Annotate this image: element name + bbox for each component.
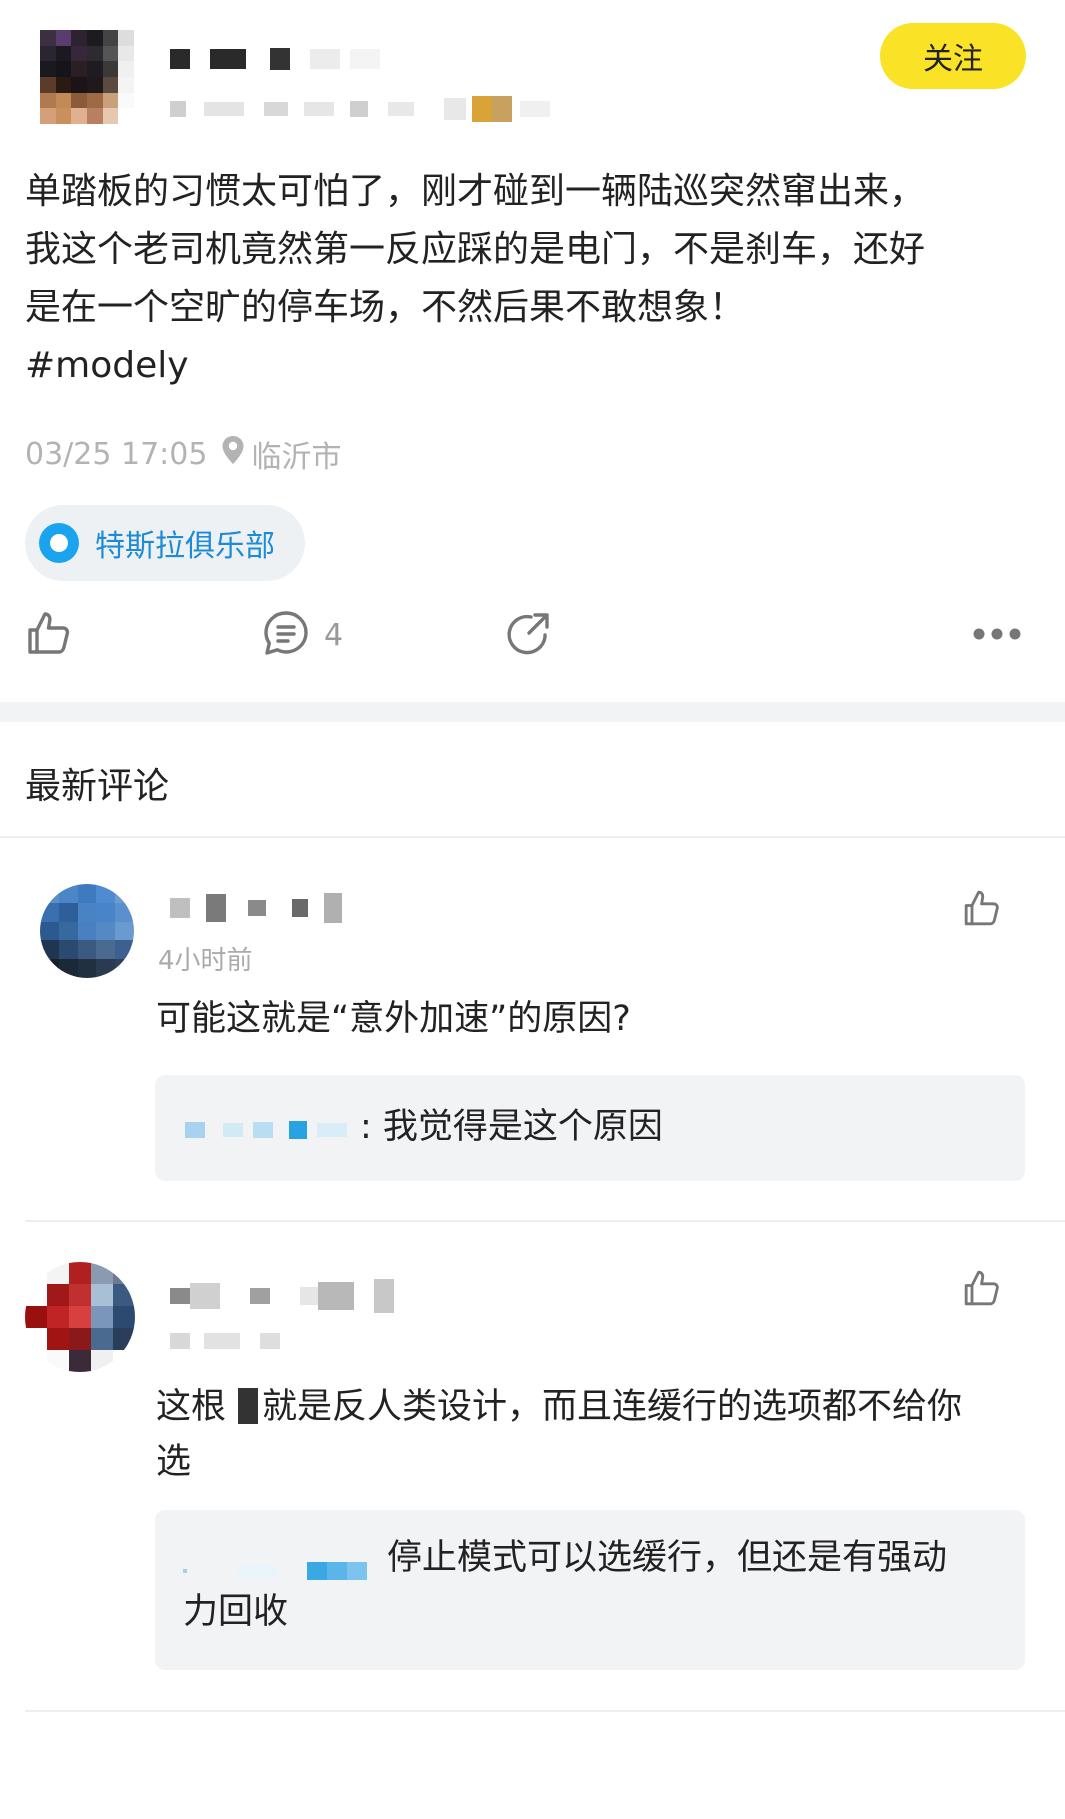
commenter-avatar[interactable]	[40, 884, 134, 978]
post-meta: 03/25 17:05 临沂市	[25, 432, 341, 476]
location-pin-icon	[221, 435, 245, 473]
commenter-name-redacted[interactable]	[170, 890, 342, 926]
comments-section-title: 最新评论	[25, 766, 170, 807]
post-location[interactable]: 临沂市	[251, 432, 341, 476]
comment-text-part: 这根	[156, 1387, 227, 1427]
comment-bubble-icon	[262, 609, 310, 661]
club-tag-label: 特斯拉俱乐部	[95, 529, 275, 564]
comment-time-redacted	[170, 1330, 280, 1352]
club-tag[interactable]: 特斯拉俱乐部	[25, 505, 305, 581]
circle-dot-icon	[39, 523, 79, 563]
comment-like-button[interactable]	[962, 1268, 1002, 1312]
share-button[interactable]	[505, 610, 553, 660]
comment-text-line: 选	[156, 1442, 192, 1482]
thumbs-up-icon	[962, 1270, 1002, 1312]
like-button[interactable]	[25, 610, 73, 660]
comment-text: 可能这就是“意外加速”的原因?	[156, 999, 631, 1039]
divider	[0, 836, 1065, 838]
reply-author-redacted[interactable]	[183, 1554, 367, 1588]
reply-text-line: 力回收	[183, 1592, 289, 1632]
more-dots-icon	[972, 626, 1022, 645]
post-hashtag[interactable]: #modely	[25, 337, 1045, 395]
redacted-block	[238, 1388, 259, 1424]
commenter-avatar[interactable]	[25, 1262, 135, 1372]
comment-time: 4小时前	[158, 946, 253, 976]
reply-author-redacted[interactable]	[185, 1113, 347, 1147]
reply-text: : 我觉得是这个原因	[360, 1107, 663, 1147]
thumbs-up-icon	[962, 890, 1002, 932]
author-avatar[interactable]	[40, 30, 134, 124]
comment-count: 4	[324, 617, 344, 653]
thumbs-up-icon	[25, 609, 73, 661]
post-text-line: 我这个老司机竟然第一反应踩的是电门，不是刹车，还好	[25, 229, 926, 270]
divider	[25, 1220, 1065, 1222]
comment-text: 这根 就是反人类设计，而且连缓行的选项都不给你 选	[156, 1380, 1036, 1490]
more-options-button[interactable]	[972, 610, 1022, 660]
commenter-name-redacted[interactable]	[170, 1278, 394, 1314]
reply-box[interactable]: 停止模式可以选缓行，但还是有强动 力回收	[155, 1510, 1025, 1670]
post-text-line: 单踏板的习惯太可怕了，刚才碰到一辆陆巡突然窜出来，	[25, 171, 926, 212]
section-divider	[0, 702, 1065, 722]
author-name-redacted[interactable]	[170, 46, 400, 72]
follow-button[interactable]: 关注	[880, 23, 1026, 89]
divider	[25, 1710, 1065, 1712]
author-meta-redacted	[170, 96, 580, 122]
reply-box[interactable]: : 我觉得是这个原因	[155, 1075, 1025, 1181]
comment-like-button[interactable]	[962, 888, 1002, 932]
comment-text-part: 就是反人类设计，而且连缓行的选项都不给你	[262, 1387, 963, 1427]
post-body: 单踏板的习惯太可怕了，刚才碰到一辆陆巡突然窜出来， 我这个老司机竟然第一反应踩的…	[25, 163, 1045, 395]
comment-button[interactable]: 4	[262, 610, 343, 660]
reply-text-line: 停止模式可以选缓行，但还是有强动	[387, 1538, 948, 1578]
share-arrow-icon	[505, 609, 553, 661]
post-timestamp: 03/25 17:05	[25, 436, 208, 472]
post-text-line: 是在一个空旷的停车场，不然后果不敢想象！	[25, 287, 746, 328]
